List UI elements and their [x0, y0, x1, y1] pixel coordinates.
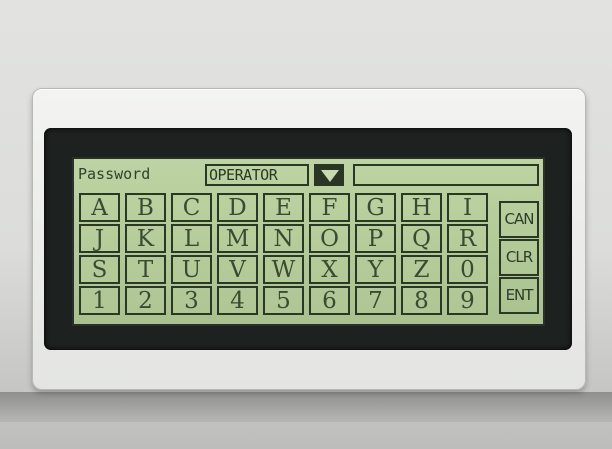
key-c[interactable]: C — [171, 193, 212, 222]
key-9[interactable]: 9 — [447, 286, 488, 315]
key-t[interactable]: T — [125, 255, 166, 284]
password-label: Password — [78, 165, 151, 183]
cancel-key[interactable]: CAN — [499, 201, 539, 238]
wall-shadow — [0, 392, 612, 422]
key-y[interactable]: Y — [355, 255, 396, 284]
key-i[interactable]: I — [447, 193, 488, 222]
key-k[interactable]: K — [125, 224, 166, 253]
key-v[interactable]: V — [217, 255, 258, 284]
triangle-down-icon — [321, 170, 339, 182]
key-0[interactable]: 0 — [447, 255, 488, 284]
key-d[interactable]: D — [217, 193, 258, 222]
dropdown-button[interactable] — [314, 164, 344, 186]
key-2[interactable]: 2 — [125, 286, 166, 315]
key-7[interactable]: 7 — [355, 286, 396, 315]
lcd-screen: Password OPERATOR ABCDEFGHI JKLMNOPQR STUV… — [72, 157, 545, 326]
key-z[interactable]: Z — [401, 255, 442, 284]
key-g[interactable]: G — [355, 193, 396, 222]
key-3[interactable]: 3 — [171, 286, 212, 315]
key-x[interactable]: X — [309, 255, 350, 284]
key-p[interactable]: P — [355, 224, 396, 253]
key-h[interactable]: H — [401, 193, 442, 222]
clear-key[interactable]: CLR — [499, 239, 539, 276]
password-field[interactable] — [353, 164, 539, 186]
key-u[interactable]: U — [171, 255, 212, 284]
key-4[interactable]: 4 — [217, 286, 258, 315]
key-6[interactable]: 6 — [309, 286, 350, 315]
user-select[interactable]: OPERATOR — [205, 164, 309, 186]
key-r[interactable]: R — [447, 224, 488, 253]
key-m[interactable]: M — [217, 224, 258, 253]
key-o[interactable]: O — [309, 224, 350, 253]
key-n[interactable]: N — [263, 224, 304, 253]
key-5[interactable]: 5 — [263, 286, 304, 315]
key-1[interactable]: 1 — [79, 286, 120, 315]
key-w[interactable]: W — [263, 255, 304, 284]
key-f[interactable]: F — [309, 193, 350, 222]
key-e[interactable]: E — [263, 193, 304, 222]
key-a[interactable]: A — [79, 193, 120, 222]
key-8[interactable]: 8 — [401, 286, 442, 315]
key-b[interactable]: B — [125, 193, 166, 222]
key-s[interactable]: S — [79, 255, 120, 284]
key-q[interactable]: Q — [401, 224, 442, 253]
key-j[interactable]: J — [79, 224, 120, 253]
key-l[interactable]: L — [171, 224, 212, 253]
enter-key[interactable]: ENT — [499, 277, 539, 314]
